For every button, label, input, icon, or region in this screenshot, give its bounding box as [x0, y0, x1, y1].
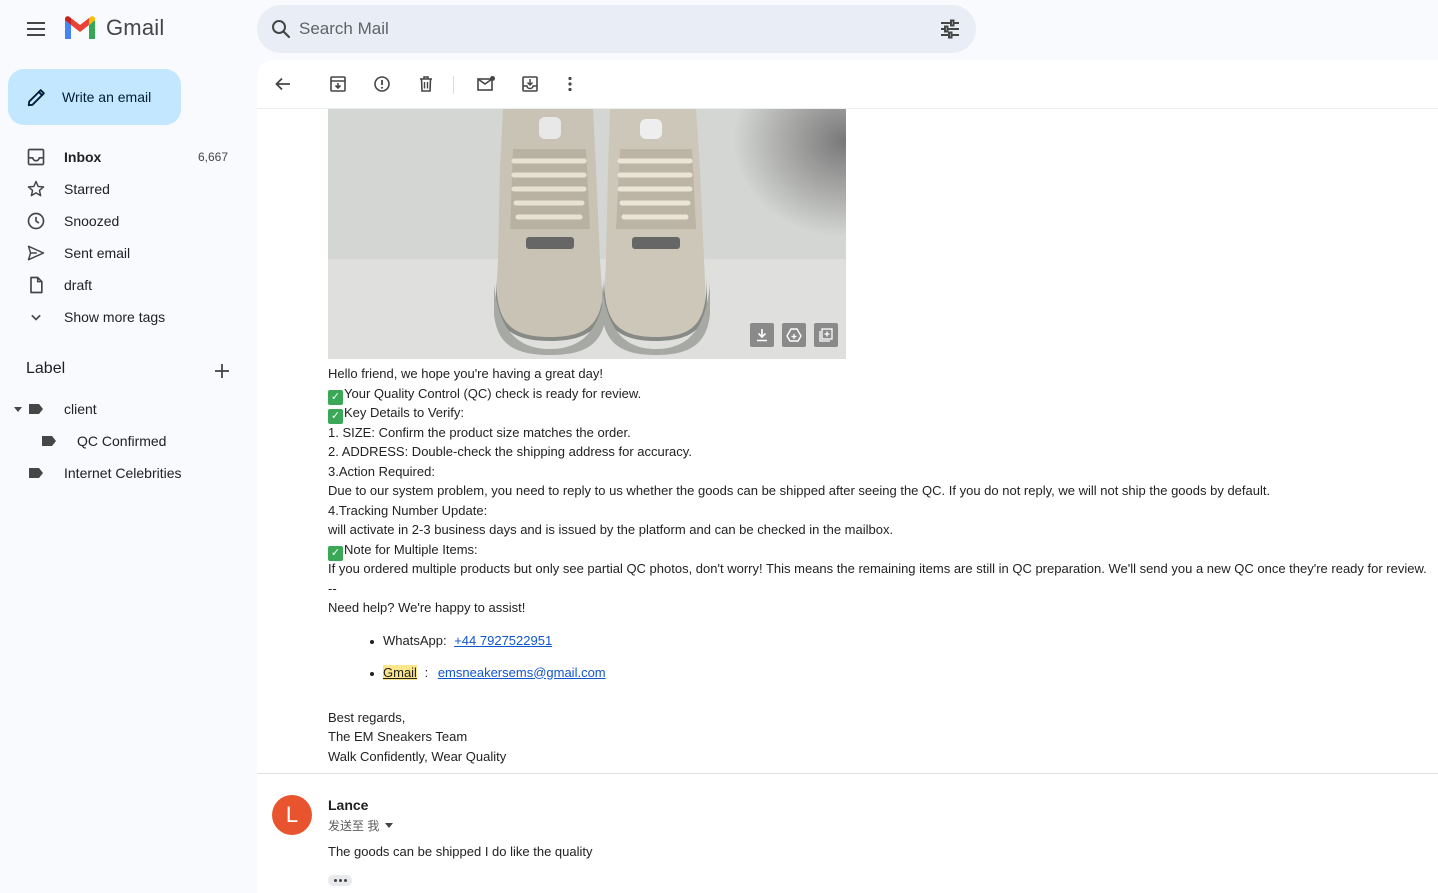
recipient-details-toggle[interactable]: 发送至 我	[328, 817, 394, 834]
signoff-line: Walk Confidently, Wear Quality	[328, 748, 507, 764]
email-line: ✓ Your Quality Control (QC) check is read…	[328, 384, 1433, 405]
save-to-drive-icon	[786, 328, 802, 342]
sidebar-item-show-more[interactable]: Show more tags	[0, 301, 248, 333]
sidebar-item-snoozed[interactable]: Snoozed	[0, 205, 248, 237]
top-bar: Gmail	[0, 0, 1438, 60]
sidebar-item-label: Starred	[64, 181, 110, 197]
email-line: ✓ Note for Multiple Items:	[328, 540, 1433, 561]
send-icon	[27, 245, 45, 261]
email-line: Hello friend, we hope you're having a gr…	[328, 366, 603, 381]
main-menu-icon[interactable]	[24, 18, 48, 42]
star-icon	[27, 180, 45, 197]
mark-unread-icon[interactable]	[476, 74, 496, 94]
draft-icon	[30, 276, 43, 294]
email-line: will activate in 2-3 business days and i…	[328, 522, 894, 537]
caret-down-icon[interactable]	[14, 405, 22, 413]
labels-heading: Label	[26, 360, 66, 377]
label-tag-icon	[42, 436, 56, 446]
recipient-label: 发送至 我	[328, 819, 380, 833]
contact-whatsapp: WhatsApp: +44 7927522951	[328, 631, 1433, 663]
report-spam-icon[interactable]	[372, 74, 392, 94]
reply-sender-name[interactable]: Lance	[328, 797, 368, 813]
signoff-line: The EM Sneakers Team	[328, 729, 468, 744]
reply-body: The goods can be shipped I do like the q…	[328, 844, 593, 859]
whatsapp-link[interactable]: +44 7927522951	[454, 633, 552, 648]
download-button[interactable]	[750, 323, 774, 347]
toolbar-divider	[453, 76, 454, 94]
email-line: ✓ Key Details to Verify:	[328, 403, 1433, 424]
sidebar-item-label: Show more tags	[64, 309, 166, 325]
delete-icon[interactable]	[416, 74, 436, 94]
email-line: --	[328, 580, 337, 596]
sidebar-item-label: draft	[64, 277, 93, 293]
label-tag-icon	[29, 404, 43, 414]
label-item-qc-confirmed[interactable]: QC Confirmed	[0, 425, 256, 457]
email-line: 4.Tracking Number Update:	[328, 502, 488, 518]
sneakers-photo	[328, 109, 846, 359]
caret-down-icon	[385, 823, 394, 828]
back-arrow-icon[interactable]	[273, 74, 293, 94]
search-bar[interactable]	[257, 5, 976, 53]
save-to-drive-button[interactable]	[782, 323, 806, 347]
message-toolbar	[257, 60, 1438, 109]
label-item-client[interactable]: client	[0, 393, 256, 425]
check-mark-icon: ✓	[328, 409, 343, 424]
compose-label: Write an email	[62, 89, 152, 105]
qc-photo-attachment[interactable]	[328, 109, 846, 359]
label-name: Internet Celebrities	[64, 465, 182, 481]
label-name: client	[64, 401, 97, 417]
email-line: 1. SIZE: Confirm the product size matche…	[328, 424, 631, 440]
gmail-m-icon	[65, 16, 95, 39]
sidebar-item-inbox[interactable]: Inbox 6,667	[0, 141, 248, 173]
add-to-photos-button[interactable]	[814, 323, 838, 347]
clock-icon	[27, 212, 45, 230]
label-name: QC Confirmed	[77, 433, 167, 449]
message-pane: Hello friend, we hope you're having a gr…	[257, 60, 1438, 893]
contact-list: WhatsApp: +44 7927522951 Gmail : emsneak…	[328, 631, 1433, 695]
label-item-internet-celebrities[interactable]: Internet Celebrities	[0, 457, 256, 489]
sidebar-item-draft[interactable]: draft	[0, 269, 248, 301]
email-line: If you ordered multiple products but onl…	[328, 561, 1427, 576]
email-body: Hello friend, we hope you're having a gr…	[328, 364, 1433, 766]
app-name: Gmail	[106, 15, 165, 40]
sidebar-item-sent[interactable]: Sent email	[0, 237, 248, 269]
email-line: 3.Action Required:	[328, 463, 435, 479]
gmail-logo[interactable]: Gmail	[63, 15, 164, 41]
search-icon[interactable]	[269, 17, 293, 41]
attachment-actions	[750, 323, 838, 347]
search-input[interactable]	[299, 15, 899, 43]
more-options-icon[interactable]	[560, 74, 580, 94]
move-to-icon[interactable]	[520, 74, 540, 94]
message-divider	[257, 773, 1438, 774]
inbox-count: 6,667	[197, 150, 228, 164]
label-tag-icon	[29, 468, 43, 478]
sidebar-item-starred[interactable]: Starred	[0, 173, 248, 205]
chevron-down-icon	[31, 314, 41, 321]
avatar[interactable]: L	[272, 795, 312, 835]
archive-icon[interactable]	[328, 74, 348, 94]
sidebar-item-label: Inbox	[64, 149, 102, 165]
contact-gmail: Gmail : emsneakersems@gmail.com	[328, 663, 1433, 695]
compose-button[interactable]: Write an email	[8, 69, 181, 125]
sidebar-item-label: Snoozed	[64, 213, 120, 229]
sidebar-item-label: Sent email	[64, 245, 131, 261]
signoff-line: Best regards,	[328, 709, 406, 725]
email-line: Need help? We're happy to assist!	[328, 600, 526, 615]
pencil-icon	[27, 89, 45, 107]
labels-list: client QC Confirmed Internet Celebrities	[0, 393, 256, 489]
add-label-icon[interactable]	[212, 361, 232, 381]
email-line: Due to our system problem, you need to r…	[328, 483, 1271, 498]
gmail-separator: :	[424, 664, 429, 680]
email-line: 2. ADDRESS: Double-check the shipping ad…	[328, 444, 692, 459]
add-to-photos-icon	[819, 328, 833, 342]
inbox-icon	[27, 148, 45, 166]
email-link[interactable]: emsneakersems@gmail.com	[438, 665, 606, 680]
sidebar-nav: Inbox 6,667 Starred Snoozed Sent email d…	[0, 141, 256, 333]
download-icon	[757, 329, 767, 342]
whatsapp-label: WhatsApp:	[383, 632, 447, 648]
search-options-icon[interactable]	[938, 17, 962, 41]
gmail-label: Gmail	[383, 664, 417, 680]
show-trimmed-content-button[interactable]	[328, 875, 352, 886]
